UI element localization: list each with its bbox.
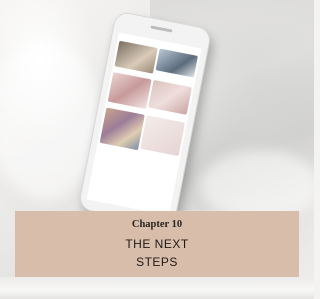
- pin-card: [154, 48, 199, 86]
- chapter-label: Chapter 10: [131, 219, 183, 230]
- title-line-1: THE NEXT: [125, 237, 189, 251]
- pin-grid: [97, 38, 200, 160]
- pin-card: [99, 107, 145, 151]
- phone-earpiece: [150, 25, 173, 33]
- pin-thumbnail: [99, 107, 145, 151]
- title-line-2: STEPS: [136, 255, 178, 269]
- pin-card: [147, 79, 192, 121]
- pin-card: [140, 115, 186, 158]
- cover-image: Chapter 10 THE NEXT STEPS: [0, 0, 314, 299]
- title-banner: Chapter 10 THE NEXT STEPS: [15, 211, 299, 277]
- sheet-bottom: [0, 277, 314, 299]
- pin-card: [114, 40, 158, 78]
- sheet-fold: [200, 150, 314, 220]
- pin-card: [107, 72, 152, 113]
- pin-thumbnail: [140, 115, 186, 157]
